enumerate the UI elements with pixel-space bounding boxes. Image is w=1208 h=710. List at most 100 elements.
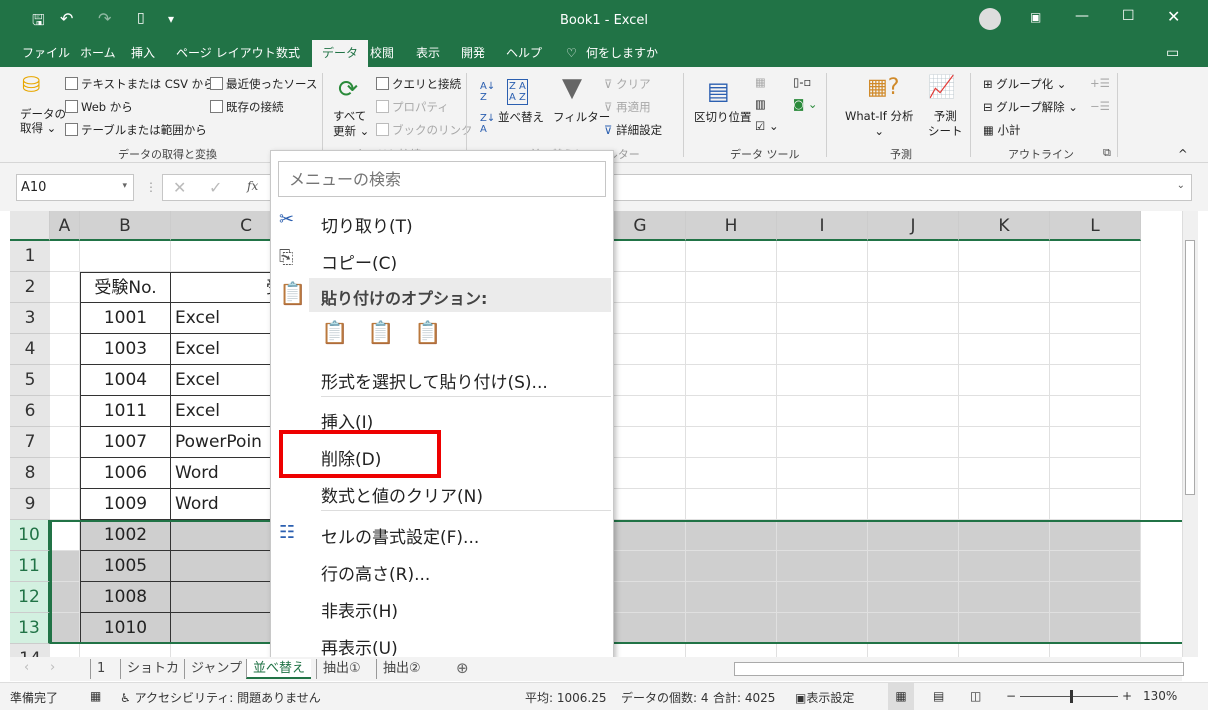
cell[interactable] (1050, 458, 1141, 489)
cell[interactable] (1050, 520, 1141, 551)
cell[interactable] (686, 241, 777, 272)
cell[interactable] (50, 644, 80, 657)
column-header-k[interactable]: K (959, 211, 1050, 241)
zoom-slider[interactable] (1020, 696, 1118, 697)
tab-file[interactable]: ファイル (16, 40, 76, 67)
cell[interactable] (777, 272, 868, 303)
row-header[interactable]: 11 (10, 551, 50, 582)
avatar[interactable] (979, 8, 1001, 30)
menu-item-copy[interactable]: コピー(C) (321, 249, 397, 274)
cell[interactable] (686, 520, 777, 551)
cell[interactable] (868, 644, 959, 657)
menu-item-unhide[interactable]: 再表示(U) (321, 634, 398, 659)
cell[interactable] (868, 582, 959, 613)
menu-item-paste-special[interactable]: 形式を選択して貼り付け(S)... (321, 368, 548, 393)
filter-button[interactable]: フィルター (553, 109, 610, 125)
cell[interactable] (1050, 334, 1141, 365)
cell[interactable] (868, 334, 959, 365)
cell[interactable] (868, 613, 959, 644)
tab-home[interactable]: ホーム (74, 40, 122, 67)
expand-formula-icon[interactable]: ⌄ (1177, 180, 1185, 191)
advanced-filter-button[interactable]: ⊽ 詳細設定 (604, 122, 662, 138)
row-header[interactable]: 1 (10, 241, 50, 272)
column-header-j[interactable]: J (868, 211, 959, 241)
cell[interactable] (1050, 241, 1141, 272)
get-data-button[interactable]: データの 取得 ⌄ (20, 107, 66, 135)
show-detail-icon[interactable]: +☰ (1090, 76, 1110, 90)
qat-customize[interactable]: ▾ (168, 12, 174, 26)
paste-formatting-icon[interactable]: 📋 (367, 321, 394, 346)
tab-data[interactable]: データ (312, 40, 369, 67)
accessibility-status[interactable]: ♿ アクセシビリティ: 問題ありません (120, 689, 321, 706)
cell-b[interactable]: 受験No. (80, 272, 171, 303)
properties-button[interactable]: プロパティ (376, 99, 449, 115)
sheet-tab[interactable]: 抽出② (376, 659, 427, 679)
row-header[interactable]: 12 (10, 582, 50, 613)
cell[interactable] (50, 365, 80, 396)
text-to-columns-button[interactable]: 区切り位置 (694, 109, 752, 125)
cell[interactable] (50, 551, 80, 582)
page-layout-view-icon[interactable]: ▤ (933, 689, 944, 703)
workbook-links-button[interactable]: ブックのリンク (376, 122, 473, 138)
cell-b[interactable]: 1003 (80, 334, 171, 365)
cell[interactable] (686, 427, 777, 458)
name-box[interactable]: A10 ▾ (16, 174, 134, 201)
tab-view[interactable]: 表示 (410, 40, 446, 67)
cell[interactable] (686, 334, 777, 365)
queries-button[interactable]: クエリと接続 (376, 76, 461, 92)
enter-icon[interactable]: ✓ (209, 178, 222, 197)
tab-developer[interactable]: 開発 (455, 40, 491, 67)
remove-duplicates-icon[interactable]: ▥ (755, 97, 766, 111)
cell[interactable] (777, 365, 868, 396)
drag-handle-icon[interactable]: ⋮ (145, 180, 157, 194)
sort-az-icon[interactable]: A↓ Z (480, 81, 495, 103)
cell[interactable] (959, 272, 1050, 303)
cell[interactable] (1050, 644, 1141, 657)
cell[interactable] (959, 303, 1050, 334)
row-header[interactable]: 5 (10, 365, 50, 396)
cell[interactable] (50, 303, 80, 334)
zoom-out-button[interactable]: − (1006, 689, 1016, 703)
redo-icon[interactable]: ↷ (98, 9, 111, 28)
cell[interactable] (868, 303, 959, 334)
cell-b[interactable]: 1001 (80, 303, 171, 334)
menu-item-cut[interactable]: 切り取り(T) (321, 212, 413, 237)
cell[interactable] (959, 644, 1050, 657)
consolidate-icon[interactable]: ▯-▫ (793, 75, 811, 89)
cell[interactable] (777, 582, 868, 613)
cell[interactable] (50, 613, 80, 644)
cell[interactable] (959, 334, 1050, 365)
menu-item-clear-contents[interactable]: 数式と値のクリア(N) (321, 482, 483, 507)
cell-b[interactable]: 1010 (80, 613, 171, 644)
cell[interactable] (777, 551, 868, 582)
close-button[interactable]: ✕ (1167, 7, 1180, 26)
cell[interactable] (959, 613, 1050, 644)
flash-fill-icon[interactable]: ▦ (755, 75, 766, 89)
data-validation-icon[interactable]: ☑ ⌄ (755, 119, 779, 133)
cell[interactable] (868, 396, 959, 427)
tab-insert[interactable]: 挿入 (125, 40, 161, 67)
menu-item-format-cells[interactable]: セルの書式設定(F)... (321, 523, 479, 548)
data-model-icon[interactable]: ◙ ⌄ (793, 97, 817, 111)
column-header-b[interactable]: B (80, 211, 171, 241)
existing-connections-button[interactable]: 既存の接続 (210, 99, 284, 115)
from-table-button[interactable]: テーブルまたは範囲から (65, 122, 207, 138)
cell[interactable] (50, 396, 80, 427)
zoom-level[interactable]: 130% (1143, 689, 1177, 703)
row-header[interactable]: 8 (10, 458, 50, 489)
cell[interactable] (868, 241, 959, 272)
zoom-in-button[interactable]: + (1122, 689, 1132, 703)
sort-za-icon[interactable]: Z↓ A (480, 113, 495, 135)
cell[interactable] (959, 427, 1050, 458)
cell-b[interactable]: 1009 (80, 489, 171, 520)
cell[interactable] (959, 582, 1050, 613)
cell[interactable] (686, 613, 777, 644)
cell[interactable] (959, 520, 1050, 551)
sort-button[interactable]: 並べ替え (498, 109, 544, 125)
row-header[interactable]: 7 (10, 427, 50, 458)
column-header-i[interactable]: I (777, 211, 868, 241)
cell[interactable] (868, 365, 959, 396)
cell[interactable] (1050, 582, 1141, 613)
cell-b[interactable]: 1002 (80, 520, 171, 551)
menu-item-row-height[interactable]: 行の高さ(R)... (321, 560, 430, 585)
